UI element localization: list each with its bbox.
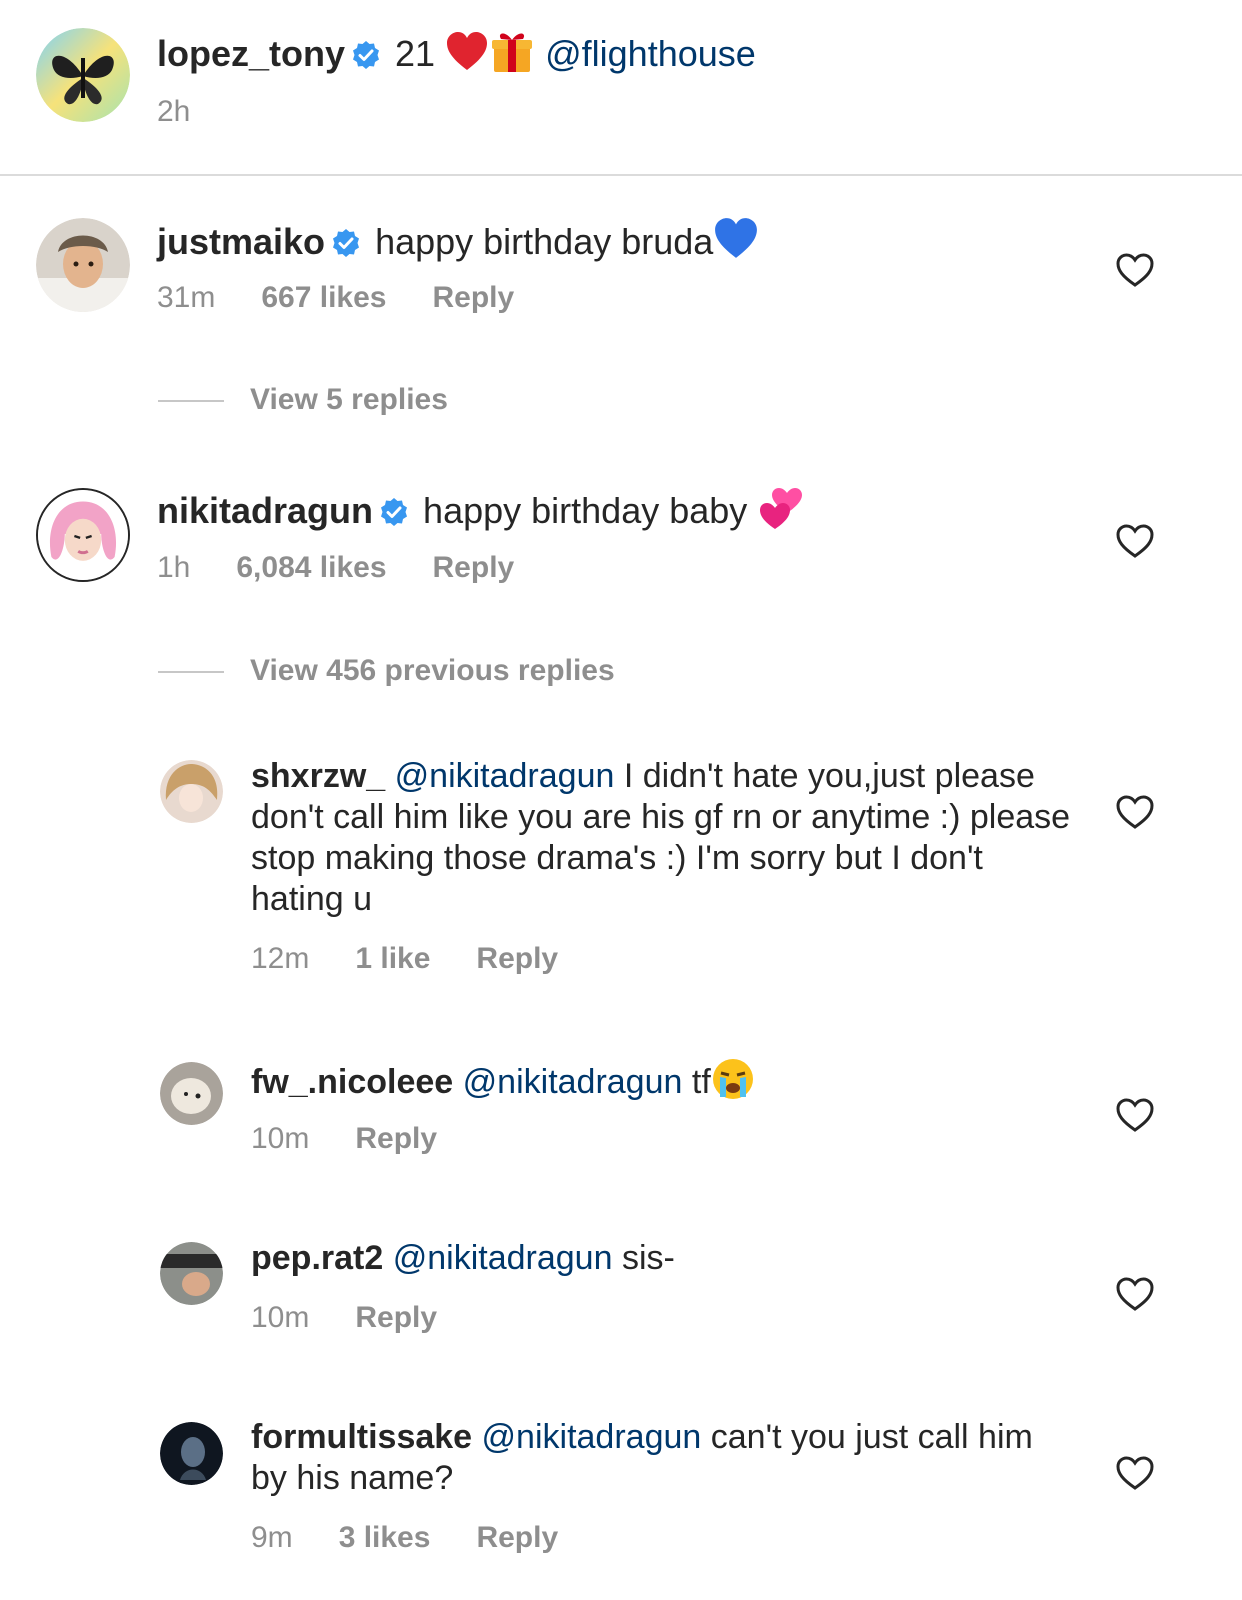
avatar-fw-nicoleee[interactable] xyxy=(160,1062,223,1125)
like-heart-icon[interactable] xyxy=(1115,1276,1155,1312)
reply-mention-link[interactable]: @nikitadragun xyxy=(393,1239,613,1277)
avatar-formultissake[interactable] xyxy=(160,1422,223,1485)
comment-line: justmaiko happy birthday bruda xyxy=(157,216,759,264)
reply-username[interactable]: formultissake xyxy=(251,1418,472,1456)
reply-button[interactable]: Reply xyxy=(432,281,514,314)
view-previous-replies-button[interactable]: View 456 previous replies xyxy=(158,651,718,691)
gift-emoji-icon xyxy=(489,30,535,74)
comment-text: happy birthday baby xyxy=(423,490,748,531)
caption-text: 21 xyxy=(395,33,436,74)
reply-line: fw_.nicoleee @nikitadragun tf xyxy=(251,1057,755,1104)
view-replies-button[interactable]: View 5 replies xyxy=(158,380,658,420)
reply-mention-link[interactable]: @nikitadragun xyxy=(395,757,615,795)
comment-text: happy birthday bruda xyxy=(375,221,714,262)
avatar-nikitadragun[interactable] xyxy=(36,488,130,582)
avatar-lopez-tony[interactable] xyxy=(36,28,130,122)
comment-username[interactable]: nikitadragun xyxy=(157,490,373,531)
caption-meta: 2h xyxy=(157,94,236,130)
like-heart-icon[interactable] xyxy=(1115,1455,1155,1491)
post-caption: lopez_tony 21 @flighthouse 2h xyxy=(0,0,1242,176)
comment-time: 31m xyxy=(157,281,216,314)
reply-text-block: formultissake @nikitadragun can't you ju… xyxy=(251,1417,1071,1499)
reply-line: pep.rat2 @nikitadragun sis- xyxy=(251,1236,675,1280)
reply-username[interactable]: pep.rat2 xyxy=(251,1239,383,1277)
reply-meta: 10m Reply xyxy=(251,1121,483,1157)
like-heart-icon[interactable] xyxy=(1115,1097,1155,1133)
reply-username[interactable]: shxrzw_ xyxy=(251,757,385,795)
avatar-shxrzw[interactable] xyxy=(160,760,223,823)
reply-time: 9m xyxy=(251,1521,293,1554)
comment-meta: 1h 6,084 likes Reply xyxy=(157,550,560,586)
verified-badge-icon xyxy=(379,493,409,526)
reply-text-block: shxrzw_ @nikitadragun I didn't hate you,… xyxy=(251,756,1071,920)
verified-badge-icon xyxy=(351,36,381,69)
reply-text: sis- xyxy=(621,1239,675,1277)
caption-time: 2h xyxy=(157,95,191,128)
caption-username[interactable]: lopez_tony xyxy=(157,33,345,74)
like-heart-icon[interactable] xyxy=(1115,523,1155,559)
comment-likes-count[interactable]: 6,084 likes xyxy=(236,551,386,584)
reply-button[interactable]: Reply xyxy=(355,1301,437,1334)
caption-line: lopez_tony 21 @flighthouse xyxy=(157,30,756,76)
comment-likes-count[interactable]: 667 likes xyxy=(261,281,386,314)
view-replies-label[interactable]: View 456 previous replies xyxy=(250,651,615,691)
red-heart-emoji-icon xyxy=(445,30,489,74)
reply-button[interactable]: Reply xyxy=(476,942,558,975)
comment-meta: 31m 667 likes Reply xyxy=(157,280,560,316)
reply-button[interactable]: Reply xyxy=(355,1122,437,1155)
reply-mention-link[interactable]: @nikitadragun xyxy=(463,1063,683,1101)
reply-likes-count[interactable]: 1 like xyxy=(355,942,430,975)
reply-meta: 10m Reply xyxy=(251,1300,483,1336)
reply-time: 12m xyxy=(251,942,310,975)
caption-mention-link[interactable]: @flighthouse xyxy=(545,33,756,74)
two-hearts-emoji-icon xyxy=(757,487,805,531)
avatar-justmaiko[interactable] xyxy=(36,218,130,312)
crying-face-emoji-icon xyxy=(711,1057,755,1101)
verified-badge-icon xyxy=(331,224,361,257)
reply-time: 10m xyxy=(251,1122,310,1155)
reply-likes-count[interactable]: 3 likes xyxy=(339,1521,431,1554)
replies-divider-line xyxy=(158,400,224,402)
reply-button[interactable]: Reply xyxy=(433,551,515,584)
reply-meta: 12m 1 like Reply xyxy=(251,941,604,977)
comment-line: nikitadragun happy birthday baby xyxy=(157,487,805,533)
reply-text: tf xyxy=(691,1063,711,1101)
reply-meta: 9m 3 likes Reply xyxy=(251,1520,604,1556)
comment-username[interactable]: justmaiko xyxy=(157,221,325,262)
comment-time: 1h xyxy=(157,551,191,584)
like-heart-icon[interactable] xyxy=(1115,794,1155,830)
replies-divider-line xyxy=(158,671,224,673)
avatar-pep-rat2[interactable] xyxy=(160,1242,223,1305)
reply-time: 10m xyxy=(251,1301,310,1334)
like-heart-icon[interactable] xyxy=(1115,252,1155,288)
reply-button[interactable]: Reply xyxy=(476,1521,558,1554)
reply-username[interactable]: fw_.nicoleee xyxy=(251,1063,453,1101)
reply-mention-link[interactable]: @nikitadragun xyxy=(482,1418,702,1456)
blue-heart-emoji-icon xyxy=(713,216,759,260)
view-replies-label[interactable]: View 5 replies xyxy=(250,380,448,420)
